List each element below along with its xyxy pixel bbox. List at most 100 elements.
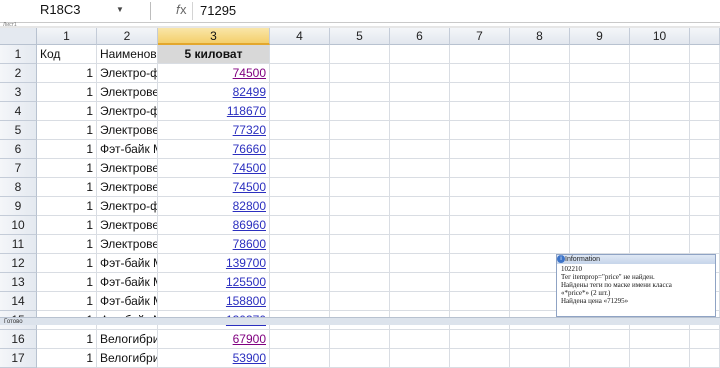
row-header-11[interactable]: 11 — [0, 235, 37, 254]
table-cell[interactable] — [270, 178, 330, 197]
table-cell[interactable] — [270, 64, 330, 83]
table-cell[interactable] — [630, 102, 690, 121]
row-header-5[interactable]: 5 — [0, 121, 37, 140]
table-cell[interactable] — [390, 330, 450, 349]
table-cell[interactable]: 1 — [37, 330, 97, 349]
table-cell[interactable] — [270, 273, 330, 292]
row-header-4[interactable]: 4 — [0, 102, 37, 121]
table-cell[interactable] — [570, 349, 630, 368]
table-cell[interactable]: Электровелосипед — [97, 83, 158, 102]
price-link-cell[interactable]: 74500 — [158, 64, 270, 83]
table-cell[interactable]: 5 киловат — [158, 45, 270, 64]
column-header-1[interactable]: 1 — [37, 28, 97, 45]
table-cell[interactable] — [570, 140, 630, 159]
table-cell[interactable] — [270, 330, 330, 349]
table-cell[interactable]: Наименование — [97, 45, 158, 64]
table-cell[interactable] — [690, 140, 720, 159]
price-link-cell[interactable]: 67900 — [158, 330, 270, 349]
table-cell[interactable] — [330, 159, 390, 178]
table-cell[interactable] — [570, 102, 630, 121]
table-cell[interactable] — [330, 64, 390, 83]
table-cell[interactable] — [270, 235, 330, 254]
table-cell[interactable] — [270, 216, 330, 235]
table-cell[interactable] — [690, 45, 720, 64]
function-icon[interactable]: 𝑓x — [176, 2, 187, 18]
table-cell[interactable]: 1 — [37, 140, 97, 159]
table-cell[interactable] — [510, 121, 570, 140]
table-cell[interactable] — [330, 121, 390, 140]
table-cell[interactable] — [690, 64, 720, 83]
price-link-cell[interactable]: 158800 — [158, 292, 270, 311]
table-cell[interactable] — [390, 121, 450, 140]
table-cell[interactable]: Электро-фэтбайк — [97, 197, 158, 216]
table-cell[interactable] — [390, 159, 450, 178]
row-header-1[interactable]: 1 — [0, 45, 37, 64]
price-link-cell[interactable]: 118670 — [158, 102, 270, 121]
price-link-cell[interactable]: 139700 — [158, 254, 270, 273]
table-cell[interactable] — [330, 197, 390, 216]
row-header-12[interactable]: 12 — [0, 254, 37, 273]
table-cell[interactable]: Электро-фэтбайк — [97, 102, 158, 121]
table-cell[interactable] — [450, 178, 510, 197]
table-cell[interactable] — [570, 83, 630, 102]
table-cell[interactable] — [570, 45, 630, 64]
row-header-3[interactable]: 3 — [0, 83, 37, 102]
table-cell[interactable] — [570, 159, 630, 178]
column-header-4[interactable]: 4 — [270, 28, 330, 45]
table-cell[interactable] — [450, 330, 510, 349]
table-cell[interactable] — [270, 121, 330, 140]
table-cell[interactable]: Электровелосипед — [97, 235, 158, 254]
table-cell[interactable] — [270, 197, 330, 216]
table-cell[interactable] — [630, 349, 690, 368]
table-cell[interactable] — [450, 121, 510, 140]
table-cell[interactable] — [510, 235, 570, 254]
price-link-cell[interactable]: 86960 — [158, 216, 270, 235]
price-link-cell[interactable]: 76660 — [158, 140, 270, 159]
table-cell[interactable] — [510, 197, 570, 216]
table-cell[interactable] — [330, 235, 390, 254]
row-header-8[interactable]: 8 — [0, 178, 37, 197]
table-cell[interactable]: Электровелосипед — [97, 178, 158, 197]
table-cell[interactable] — [510, 159, 570, 178]
table-cell[interactable] — [510, 83, 570, 102]
table-cell[interactable] — [450, 235, 510, 254]
table-cell[interactable] — [690, 197, 720, 216]
column-header-partial[interactable] — [690, 28, 720, 45]
column-header-3[interactable]: 3 — [158, 28, 270, 45]
table-cell[interactable] — [330, 330, 390, 349]
table-cell[interactable] — [270, 292, 330, 311]
table-cell[interactable] — [690, 349, 720, 368]
table-cell[interactable] — [450, 349, 510, 368]
table-cell[interactable] — [330, 292, 390, 311]
table-cell[interactable] — [390, 292, 450, 311]
table-cell[interactable] — [390, 64, 450, 83]
table-cell[interactable] — [630, 45, 690, 64]
table-cell[interactable] — [630, 235, 690, 254]
table-cell[interactable] — [450, 83, 510, 102]
table-cell[interactable] — [630, 216, 690, 235]
formula-input[interactable]: 71295 — [200, 2, 236, 19]
table-cell[interactable] — [630, 159, 690, 178]
table-cell[interactable] — [570, 64, 630, 83]
table-cell[interactable] — [450, 102, 510, 121]
table-cell[interactable] — [450, 64, 510, 83]
table-cell[interactable] — [630, 330, 690, 349]
table-cell[interactable]: Код — [37, 45, 97, 64]
table-cell[interactable] — [390, 45, 450, 64]
table-cell[interactable] — [690, 178, 720, 197]
table-cell[interactable] — [390, 216, 450, 235]
table-cell[interactable]: 1 — [37, 83, 97, 102]
table-cell[interactable] — [510, 45, 570, 64]
table-cell[interactable] — [630, 178, 690, 197]
row-header-10[interactable]: 10 — [0, 216, 37, 235]
table-cell[interactable] — [450, 197, 510, 216]
table-cell[interactable]: 1 — [37, 197, 97, 216]
table-cell[interactable] — [510, 216, 570, 235]
table-cell[interactable] — [510, 64, 570, 83]
table-cell[interactable] — [450, 159, 510, 178]
table-cell[interactable] — [510, 330, 570, 349]
table-cell[interactable] — [450, 254, 510, 273]
table-cell[interactable] — [630, 64, 690, 83]
row-header-2[interactable]: 2 — [0, 64, 37, 83]
price-link-cell[interactable]: 78600 — [158, 235, 270, 254]
